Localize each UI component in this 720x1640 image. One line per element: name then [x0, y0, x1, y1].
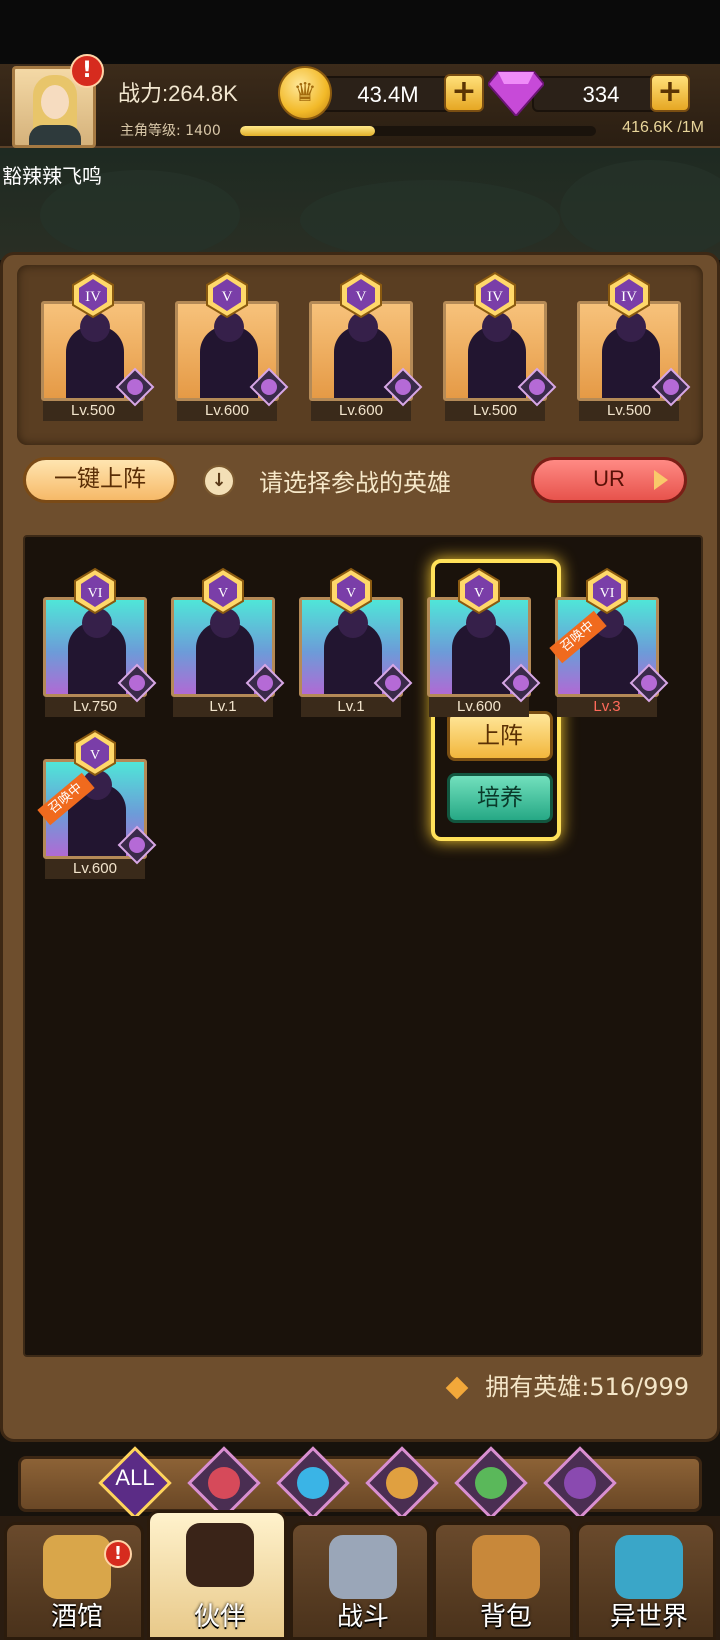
- faction-badge-icon: [501, 663, 541, 703]
- nav-tab-0[interactable]: 酒馆: [4, 1522, 144, 1640]
- add-gems-button[interactable]: +: [650, 74, 690, 112]
- svg-text:V: V: [218, 586, 228, 601]
- arrow-right-icon: [654, 470, 668, 490]
- faction-badge-icon: [629, 663, 669, 703]
- beer-mug-icon: [43, 1535, 111, 1599]
- nav-label: 异世界: [609, 1602, 688, 1632]
- filter-water-creature-icon[interactable]: [275, 1445, 351, 1521]
- one-click-deploy-button[interactable]: 一键上阵: [23, 457, 177, 503]
- nav-label: 酒馆: [50, 1602, 103, 1632]
- svg-text:VI: VI: [88, 586, 103, 601]
- player-header: ! 战力:264.8K 43.4M ♛ + 334 + 主角等级: 1400 4…: [0, 54, 720, 148]
- rank-badge-icon: V: [74, 729, 116, 777]
- rank-badge-icon: VI: [586, 567, 628, 615]
- train-button[interactable]: 培养: [447, 773, 553, 823]
- deploy-button[interactable]: 上阵: [447, 711, 553, 761]
- svg-text:V: V: [90, 748, 100, 763]
- filter-all-label: ALL: [115, 1465, 155, 1490]
- team-hero-card[interactable]: IV Lv.500: [41, 271, 155, 421]
- roster-hero-card[interactable]: V Lv.1: [171, 567, 285, 717]
- portal-icon: [615, 1535, 683, 1599]
- rank-badge-icon: V: [206, 271, 248, 319]
- team-hero-card[interactable]: IV Lv.500: [577, 271, 691, 421]
- faction-badge-icon: [651, 367, 691, 407]
- faction-badge-icon: [117, 825, 157, 865]
- svg-text:V: V: [222, 289, 233, 305]
- faction-badge-icon: [249, 367, 289, 407]
- svg-text:VI: VI: [600, 586, 615, 601]
- xp-progress-bar: [240, 126, 596, 136]
- hero-roster: 上阵 培养 VI Lv.750 V Lv.1 V Lv.1 V Lv.600 V…: [23, 535, 703, 1357]
- gold-coin-icon: ♛: [278, 66, 332, 120]
- nav-label: 伙伴: [193, 1602, 246, 1632]
- rank-badge-icon: V: [458, 567, 500, 615]
- faction-badge-icon: [373, 663, 413, 703]
- filter-lion-icon[interactable]: [364, 1445, 440, 1521]
- nav-tab-2[interactable]: 战斗: [290, 1522, 430, 1640]
- owned-hero-count: 拥有英雄:516/999: [445, 1367, 689, 1402]
- filter-demon-icon[interactable]: [542, 1445, 618, 1521]
- water-creature-icon: [297, 1467, 329, 1499]
- roster-hero-card[interactable]: V 召唤中 Lv.600: [37, 729, 157, 879]
- select-hint: 请选择参战的英雄: [259, 469, 451, 497]
- filter-elf-icon[interactable]: [453, 1445, 529, 1521]
- faction-badge-icon: [517, 367, 557, 407]
- svg-text:IV: IV: [487, 289, 503, 305]
- rank-badge-icon: VI: [74, 567, 116, 615]
- rank-badge-icon: V: [202, 567, 244, 615]
- elf-icon: [475, 1467, 507, 1499]
- avatar-alert-icon: !: [70, 54, 104, 88]
- faction-badge-icon: [245, 663, 285, 703]
- rank-badge-icon: V: [340, 271, 382, 319]
- roster-hero-card[interactable]: VI 召唤中 Lv.3: [549, 567, 669, 717]
- roster-hero-card[interactable]: VI Lv.750: [43, 567, 157, 717]
- partner-portrait-icon: [186, 1523, 254, 1587]
- svg-text:IV: IV: [621, 289, 637, 305]
- crossed-swords-icon: [329, 1535, 397, 1599]
- svg-text:V: V: [346, 586, 356, 601]
- faction-badge-icon: [115, 367, 155, 407]
- download-arrow-icon[interactable]: ↓: [203, 465, 235, 497]
- roster-hero-card[interactable]: V Lv.600: [427, 567, 541, 717]
- rank-badge-icon: IV: [608, 271, 650, 319]
- gold-amount: 43.4M: [318, 76, 458, 112]
- add-gold-button[interactable]: +: [444, 74, 484, 112]
- gem-icon: [488, 71, 544, 116]
- rank-badge-icon: V: [330, 567, 372, 615]
- knight-helmet-icon: [208, 1467, 240, 1499]
- faction-badge-icon: [383, 367, 423, 407]
- svg-text:V: V: [356, 289, 367, 305]
- treasure-chest-icon: [472, 1535, 540, 1599]
- nav-label: 战斗: [336, 1602, 389, 1632]
- lion-icon: [386, 1467, 418, 1499]
- nav-label: 背包: [479, 1602, 532, 1632]
- xp-text: 416.6K /1M: [622, 119, 704, 136]
- player-name: 豁辣辣飞鸣: [2, 164, 102, 188]
- rank-badge-icon: IV: [72, 271, 114, 319]
- partner-panel: IV Lv.500 V Lv.600 V Lv.600 IV Lv.500 IV…: [0, 252, 720, 1442]
- tavern-alert-icon: !: [104, 1540, 132, 1568]
- team-hero-card[interactable]: V Lv.600: [309, 271, 423, 421]
- demon-icon: [564, 1467, 596, 1499]
- faction-badge-icon: [117, 663, 157, 703]
- svg-text:V: V: [474, 586, 484, 601]
- bottom-navigation: 酒馆 伙伴 战斗 背包 异世界!: [0, 1510, 720, 1640]
- combat-power: 战力:264.8K: [118, 81, 238, 106]
- team-hero-card[interactable]: V Lv.600: [175, 271, 289, 421]
- nav-tab-3[interactable]: 背包: [433, 1522, 573, 1640]
- rank-badge-icon: IV: [474, 271, 516, 319]
- svg-text:IV: IV: [85, 289, 101, 305]
- rarity-filter-button[interactable]: UR: [531, 457, 687, 503]
- diamond-icon: [445, 1376, 469, 1400]
- nav-tab-1[interactable]: 伙伴: [147, 1510, 287, 1640]
- hero-level-label: 主角等级: 1400: [120, 123, 221, 139]
- faction-filter-bar: ALL: [18, 1446, 702, 1520]
- action-row: 一键上阵 ↓ 请选择参战的英雄 UR: [3, 451, 720, 511]
- team-lineup: IV Lv.500 V Lv.600 V Lv.600 IV Lv.500 IV…: [17, 265, 703, 445]
- nav-tab-4[interactable]: 异世界: [576, 1522, 716, 1640]
- roster-hero-card[interactable]: V Lv.1: [299, 567, 413, 717]
- team-hero-card[interactable]: IV Lv.500: [443, 271, 557, 421]
